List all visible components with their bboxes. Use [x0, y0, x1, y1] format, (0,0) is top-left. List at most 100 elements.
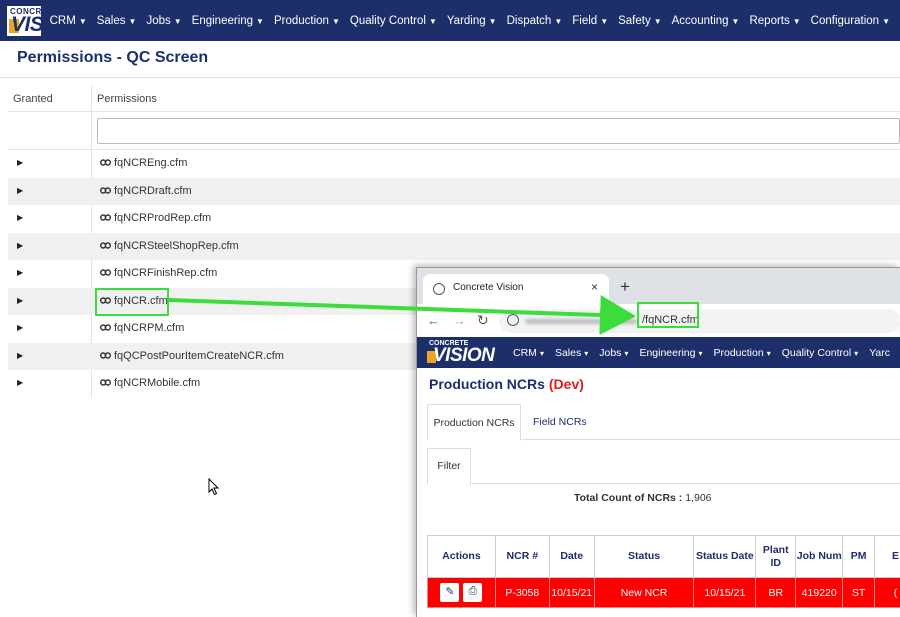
cell-status-date: 10/15/21 — [693, 577, 757, 608]
th-plant-id[interactable]: Plant ID — [755, 535, 797, 578]
expand-arrow-icon[interactable]: ▶ — [17, 268, 23, 277]
table-row[interactable]: ✎ ⎙ P-3058 10/15/21 New NCR 10/15/21 BR 4… — [427, 577, 900, 608]
table-row[interactable]: ▶ fqNCRProdRep.cfm — [8, 205, 900, 233]
menu-jobs[interactable]: Jobs ▾ — [599, 347, 628, 359]
caret-down-icon: ▾ — [766, 348, 771, 358]
link-icon — [100, 324, 111, 331]
th-pm[interactable]: PM — [842, 535, 876, 578]
menu-sales[interactable]: Sales ▾ — [555, 347, 588, 359]
edit-button[interactable]: ✎ — [440, 583, 460, 602]
caret-down-icon: ▼ — [128, 16, 137, 26]
ncr-count: Total Count of NCRs : 1,906 — [574, 492, 712, 504]
table-row[interactable]: ▶ fqNCREng.cfm — [8, 150, 900, 178]
ncr-count-label: Total Count of NCRs : — [574, 492, 683, 504]
expand-arrow-icon[interactable]: ▶ — [17, 158, 23, 167]
cell-job-num: 419220 — [795, 577, 844, 608]
header-permissions[interactable]: Permissions — [97, 93, 157, 105]
new-tab-icon[interactable]: + — [620, 277, 630, 297]
menu-production[interactable]: Production ▾ — [714, 347, 771, 359]
tab-filter[interactable]: Filter — [427, 448, 471, 485]
tab-production-ncrs[interactable]: Production NCRs — [427, 404, 521, 441]
expand-arrow-icon[interactable]: ▶ — [17, 213, 23, 222]
expand-arrow-icon[interactable]: ▶ — [17, 351, 23, 360]
permission-name[interactable]: fqNCRFinishRep.cfm — [114, 267, 217, 279]
print-button[interactable]: ⎙ — [463, 583, 483, 602]
cell-pm: ST — [842, 577, 876, 608]
main-menu: CRM ▼ Sales ▼ Jobs ▼ Engineering ▼ Productio… — [50, 15, 900, 27]
title-bar: Permissions - QC Screen — [0, 41, 900, 78]
menu-quality-control[interactable]: Quality Control ▾ — [782, 347, 858, 359]
table-row[interactable]: ▶ fqNCRSteelShopRep.cfm — [8, 232, 900, 260]
tab-field-ncrs[interactable]: Field NCRs — [533, 404, 587, 441]
menu-crm[interactable]: CRM ▾ — [513, 347, 544, 359]
cell-status: New NCR — [593, 577, 695, 608]
caret-down-icon: ▼ — [256, 16, 264, 26]
menu-crm[interactable]: CRM ▼ — [50, 15, 87, 27]
menu-safety[interactable]: Safety ▼ — [618, 15, 662, 27]
menu-yarding[interactable]: Yarding ▼ — [447, 15, 497, 27]
ncr-count-value: 1,906 — [685, 492, 712, 504]
cell-actions: ✎ ⎙ — [427, 577, 496, 608]
menu-engineering[interactable]: Engineering ▾ — [639, 347, 702, 359]
permission-name[interactable]: fqNCRMobile.cfm — [114, 377, 200, 389]
reload-icon[interactable]: ↻ — [477, 312, 489, 329]
url-highlight-box — [637, 302, 699, 328]
cell-ncr-num[interactable]: P-3058 — [494, 577, 550, 608]
menu-configuration[interactable]: Configuration ▼ — [811, 15, 890, 27]
browser-tab[interactable]: Concrete Vision × — [423, 274, 609, 304]
row-highlight-box — [95, 288, 169, 316]
menu-production[interactable]: Production ▼ — [274, 15, 340, 27]
menu-jobs[interactable]: Jobs ▼ — [146, 15, 181, 27]
caret-down-icon: ▾ — [624, 348, 629, 358]
expand-arrow-icon[interactable]: ▶ — [17, 241, 23, 250]
menu-yarding[interactable]: Yarc — [869, 347, 890, 359]
expand-arrow-icon[interactable]: ▶ — [17, 323, 23, 332]
caret-down-icon: ▼ — [600, 16, 609, 26]
close-icon[interactable]: × — [591, 280, 598, 294]
expand-arrow-icon[interactable]: ▶ — [17, 186, 23, 195]
header-granted[interactable]: Granted — [13, 93, 53, 105]
th-ncr-num[interactable]: NCR # — [494, 535, 550, 578]
link-icon — [100, 214, 111, 221]
caret-down-icon: ▾ — [698, 348, 703, 358]
url-input[interactable]: /fqNCR.cfm — [499, 309, 900, 333]
menu-reports[interactable]: Reports ▼ — [749, 15, 800, 27]
th-date[interactable]: Date — [548, 535, 595, 578]
menu-engineering[interactable]: Engineering ▼ — [192, 15, 264, 27]
caret-down-icon: ▼ — [173, 16, 182, 26]
caret-down-icon: ▼ — [554, 16, 563, 26]
menu-dispatch[interactable]: Dispatch ▼ — [507, 15, 563, 27]
expand-arrow-icon[interactable]: ▶ — [17, 378, 23, 387]
permission-name[interactable]: fqNCRProdRep.cfm — [114, 212, 211, 224]
back-arrow-icon[interactable]: ← — [427, 313, 440, 328]
th-more[interactable]: E — [874, 535, 900, 578]
blurred-host — [525, 319, 637, 324]
permission-name[interactable]: fqNCRPM.cfm — [114, 322, 184, 334]
forward-arrow-icon[interactable]: → — [453, 313, 466, 328]
th-status[interactable]: Status — [593, 535, 695, 578]
caret-down-icon: ▼ — [331, 16, 340, 26]
caret-down-icon: ▼ — [78, 16, 87, 26]
th-actions[interactable]: Actions — [427, 535, 496, 578]
globe-icon — [433, 283, 445, 295]
menu-accounting[interactable]: Accounting ▼ — [672, 15, 740, 27]
menu-quality-control[interactable]: Quality Control ▼ — [350, 15, 437, 27]
permission-name[interactable]: fqNCRSteelShopRep.cfm — [114, 240, 239, 252]
caret-down-icon: ▾ — [539, 348, 544, 358]
browser-app-logo[interactable]: CONCRETE VISION — [427, 339, 498, 366]
table-row[interactable]: ▶ fqNCRDraft.cfm — [8, 177, 900, 205]
permissions-filter-input[interactable] — [97, 118, 900, 144]
logo-big-text: VISION — [433, 345, 495, 366]
permission-name[interactable]: fqQCPostPourItemCreateNCR.cfm — [114, 350, 284, 362]
th-status-date[interactable]: Status Date — [693, 535, 757, 578]
permission-name[interactable]: fqNCRDraft.cfm — [114, 185, 192, 197]
permission-name[interactable]: fqNCREng.cfm — [114, 157, 187, 169]
expand-arrow-icon[interactable]: ▶ — [17, 296, 23, 305]
caret-down-icon: ▾ — [584, 348, 589, 358]
cell-date: 10/15/21 — [548, 577, 595, 608]
th-job-num[interactable]: Job Num — [795, 535, 844, 578]
link-icon — [100, 269, 111, 276]
menu-sales[interactable]: Sales ▼ — [97, 15, 137, 27]
app-logo[interactable]: CONCRETE VISION — [7, 5, 41, 36]
menu-field[interactable]: Field ▼ — [572, 15, 608, 27]
